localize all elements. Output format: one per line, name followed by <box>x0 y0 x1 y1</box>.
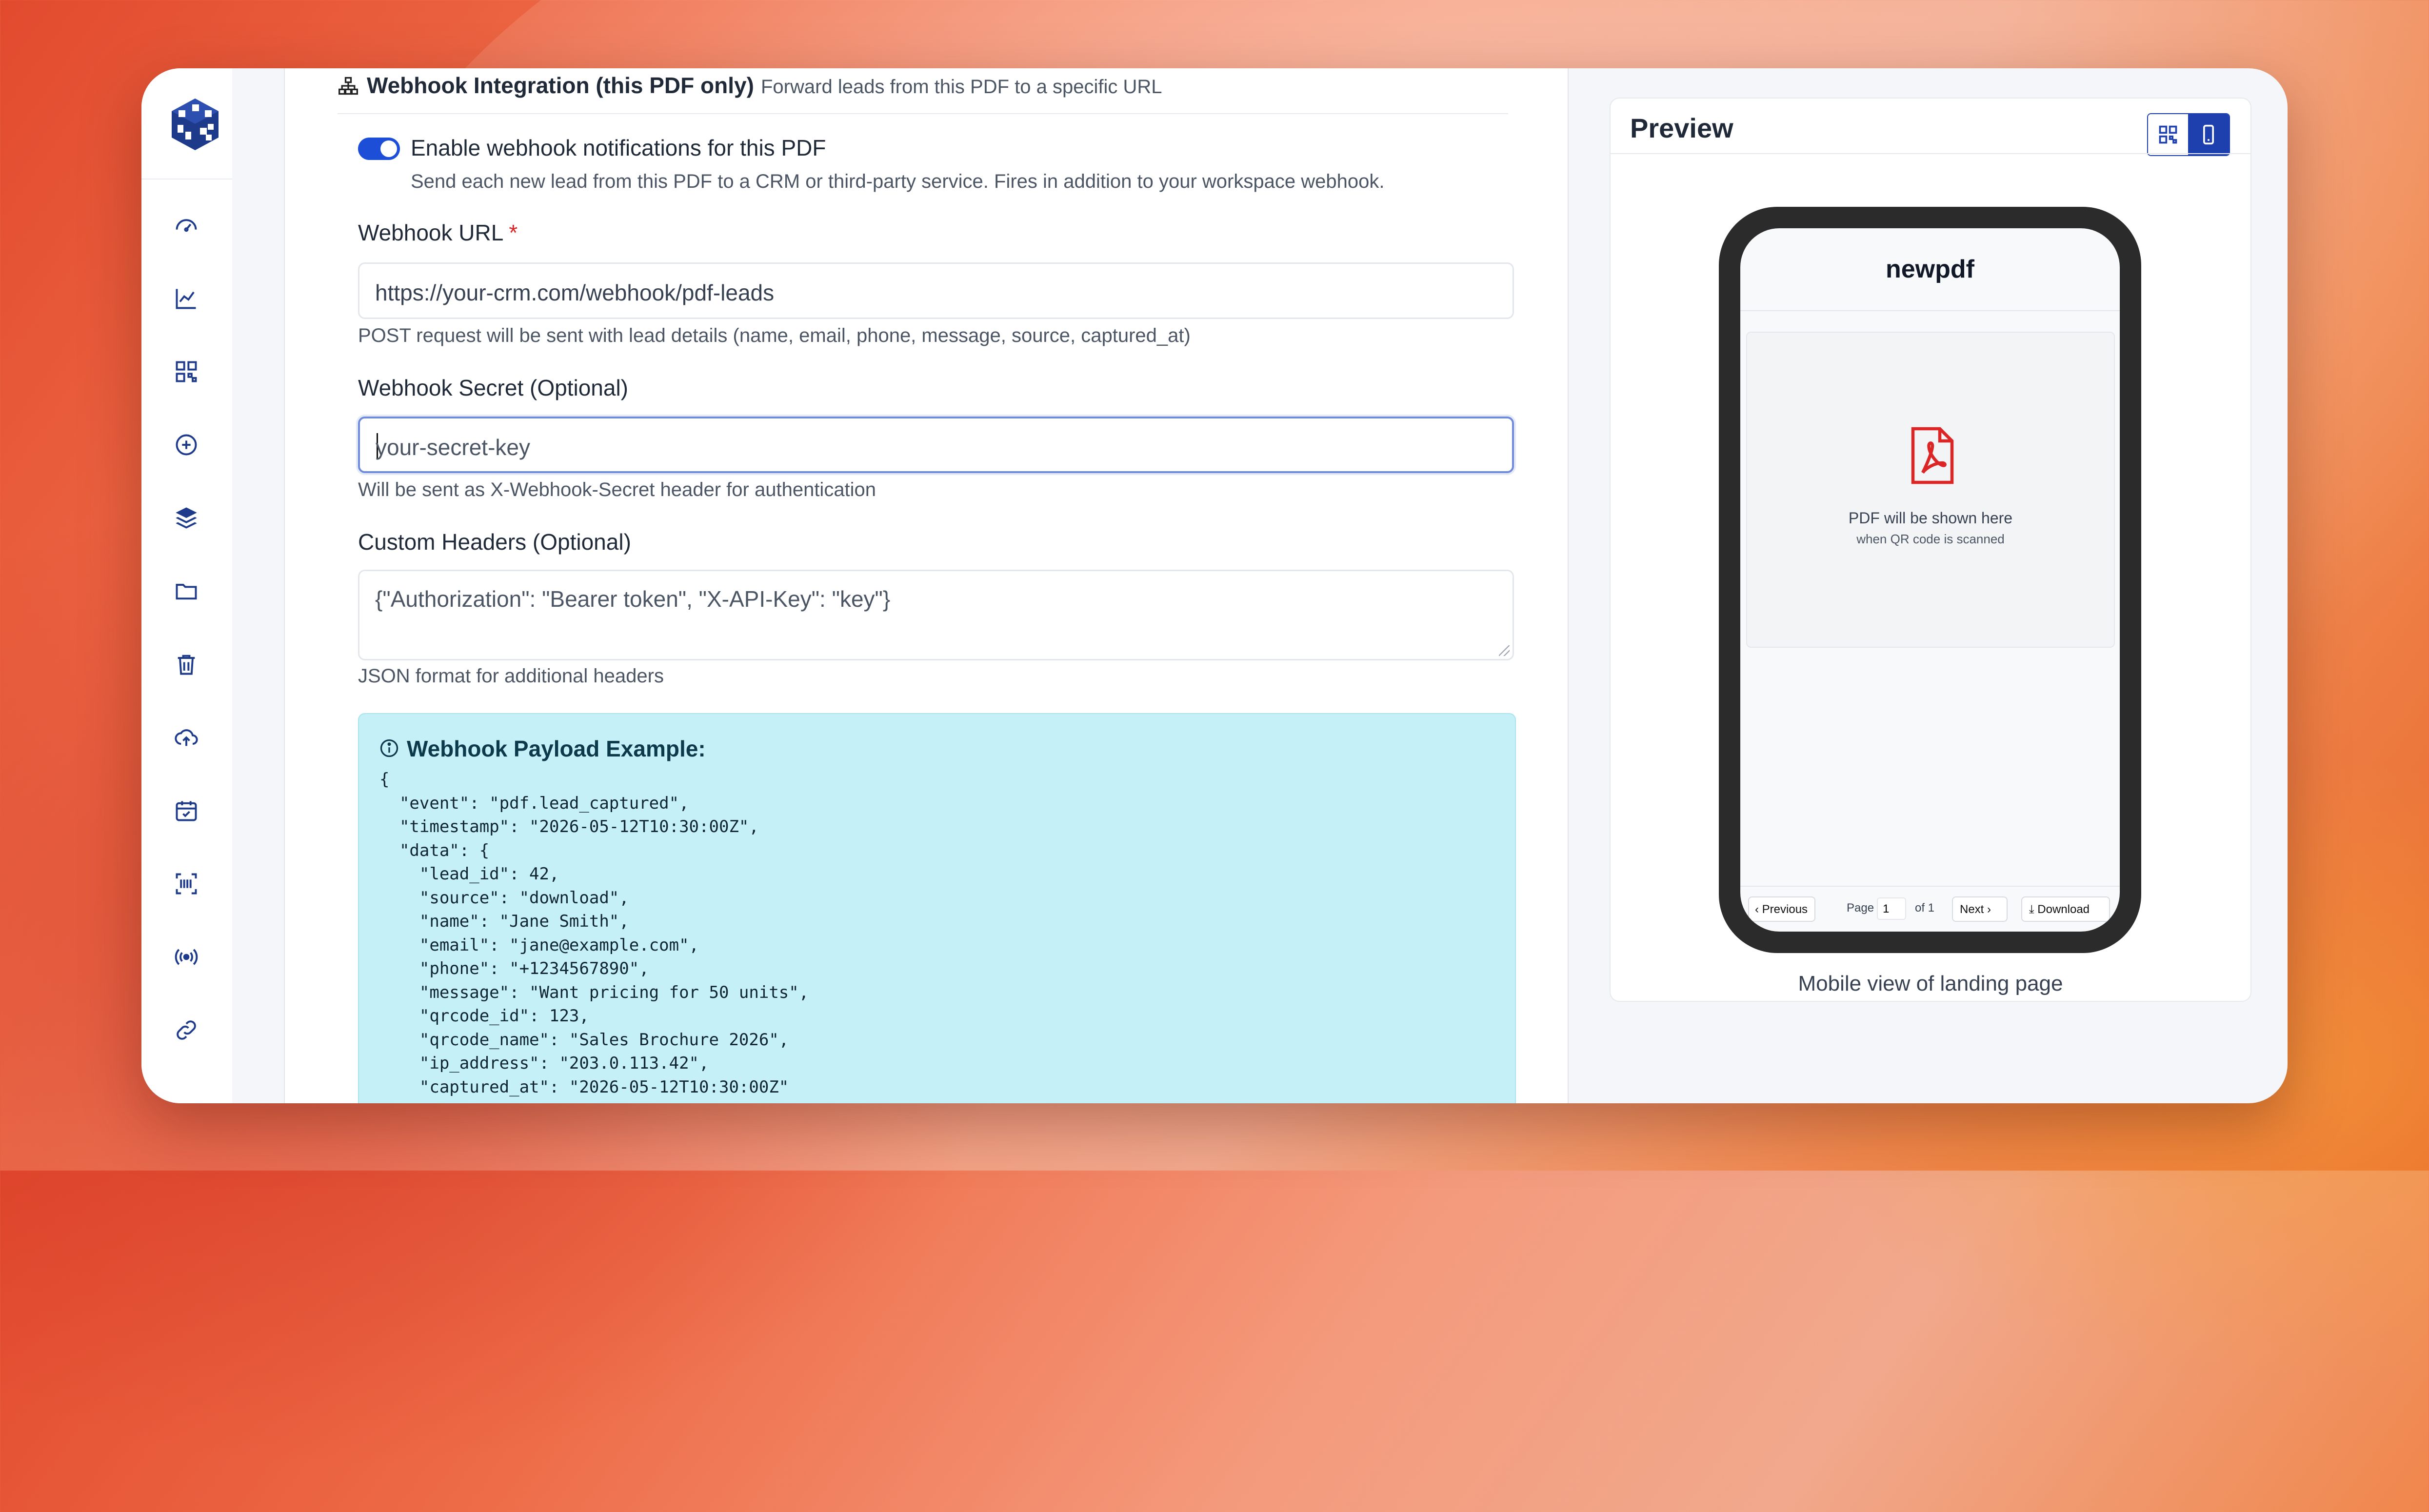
webhook-secret-input[interactable]: your-secret-key <box>358 417 1514 473</box>
webhook-form-panel: Webhook Integration (this PDF only) Forw… <box>285 68 1569 1103</box>
sidebar <box>141 68 233 1103</box>
custom-headers-textarea[interactable]: {"Authorization": "Bearer token", "X-API… <box>358 570 1514 660</box>
landing-page-title: newpdf <box>1886 255 1974 283</box>
qr-code-icon[interactable] <box>171 356 202 387</box>
payload-title: Webhook Payload Example: <box>407 736 706 761</box>
calendar-check-icon[interactable] <box>171 795 202 826</box>
info-icon <box>378 737 400 759</box>
payload-example-box: Webhook Payload Example: { "event": "pdf… <box>358 713 1516 1103</box>
required-mark: * <box>509 220 518 245</box>
download-button[interactable]: ⤓ Download <box>2021 896 2110 922</box>
content-gutter <box>232 68 285 1103</box>
mobile-view-button[interactable] <box>2188 114 2229 155</box>
toggle-label: Enable webhook notifications for this PD… <box>411 135 826 160</box>
webhook-secret-placeholder: your-secret-key <box>376 435 530 460</box>
webhook-secret-label: Webhook Secret (Optional) <box>358 375 628 400</box>
analytics-icon[interactable] <box>171 283 202 314</box>
resize-handle[interactable] <box>1499 645 1510 656</box>
custom-headers-placeholder: {"Authorization": "Bearer token", "X-API… <box>375 586 891 612</box>
add-circle-icon[interactable] <box>171 429 202 460</box>
webhook-url-help: POST request will be sent with lead deta… <box>358 325 1191 346</box>
custom-headers-help: JSON format for additional headers <box>358 665 664 687</box>
link-icon[interactable] <box>171 1015 202 1046</box>
barcode-scan-icon[interactable] <box>171 868 202 899</box>
phone-footer-divider <box>1740 886 2120 887</box>
broadcast-icon[interactable] <box>171 941 202 973</box>
toggle-help-text: Send each new lead from this PDF to a CR… <box>411 171 1385 192</box>
folder-icon[interactable] <box>171 576 202 607</box>
preview-divider <box>1611 153 2250 154</box>
webhook-secret-help: Will be sent as X-Webhook-Secret header … <box>358 479 876 500</box>
preview-panel: Preview newpdf PDF will be shown here wh… <box>1610 98 2251 1002</box>
section-subtitle: Forward leads from this PDF to a specifi… <box>761 76 1162 98</box>
previous-page-button[interactable]: ‹ Previous <box>1748 896 1815 922</box>
pdf-file-icon <box>1908 426 1957 485</box>
preview-caption: Mobile view of landing page <box>1798 972 2063 995</box>
pdf-placeholder-line2: when QR code is scanned <box>1856 532 2005 546</box>
dashboard-icon[interactable] <box>171 210 202 241</box>
webhook-enable-toggle[interactable] <box>358 138 400 160</box>
section-header: Webhook Integration (this PDF only) Forw… <box>338 68 1508 114</box>
view-mode-toggle <box>2147 113 2230 156</box>
phone-screen: newpdf PDF will be shown here when QR co… <box>1740 228 2120 932</box>
webhook-url-value: https://your-crm.com/webhook/pdf-leads <box>375 280 775 305</box>
app-window: Webhook Integration (this PDF only) Forw… <box>141 68 2288 1103</box>
preview-title: Preview <box>1630 113 1733 143</box>
layers-icon[interactable] <box>171 502 202 534</box>
custom-headers-label: Custom Headers (Optional) <box>358 529 631 555</box>
app-logo[interactable] <box>167 96 223 152</box>
trash-icon[interactable] <box>171 649 202 680</box>
section-title: Webhook Integration (this PDF only) <box>367 73 754 98</box>
page-label: Page <box>1847 901 1874 915</box>
page-total: of 1 <box>1915 901 1935 915</box>
webhook-url-label: Webhook URL * <box>358 220 518 245</box>
payload-code: { "event": "pdf.lead_captured", "timesta… <box>379 770 809 1103</box>
cloud-upload-icon[interactable] <box>171 722 202 753</box>
phone-header-divider <box>1740 310 2120 311</box>
sitemap-icon <box>338 75 361 99</box>
qr-view-button[interactable] <box>2148 114 2188 155</box>
webhook-url-input[interactable]: https://your-crm.com/webhook/pdf-leads <box>358 262 1514 319</box>
pdf-placeholder-line1: PDF will be shown here <box>1848 509 2013 527</box>
page-number-input[interactable]: 1 <box>1877 897 1906 920</box>
next-page-button[interactable]: Next › <box>1952 896 2008 922</box>
phone-mockup: newpdf PDF will be shown here when QR co… <box>1719 207 2141 953</box>
pdf-placeholder: PDF will be shown here when QR code is s… <box>1746 332 2115 648</box>
